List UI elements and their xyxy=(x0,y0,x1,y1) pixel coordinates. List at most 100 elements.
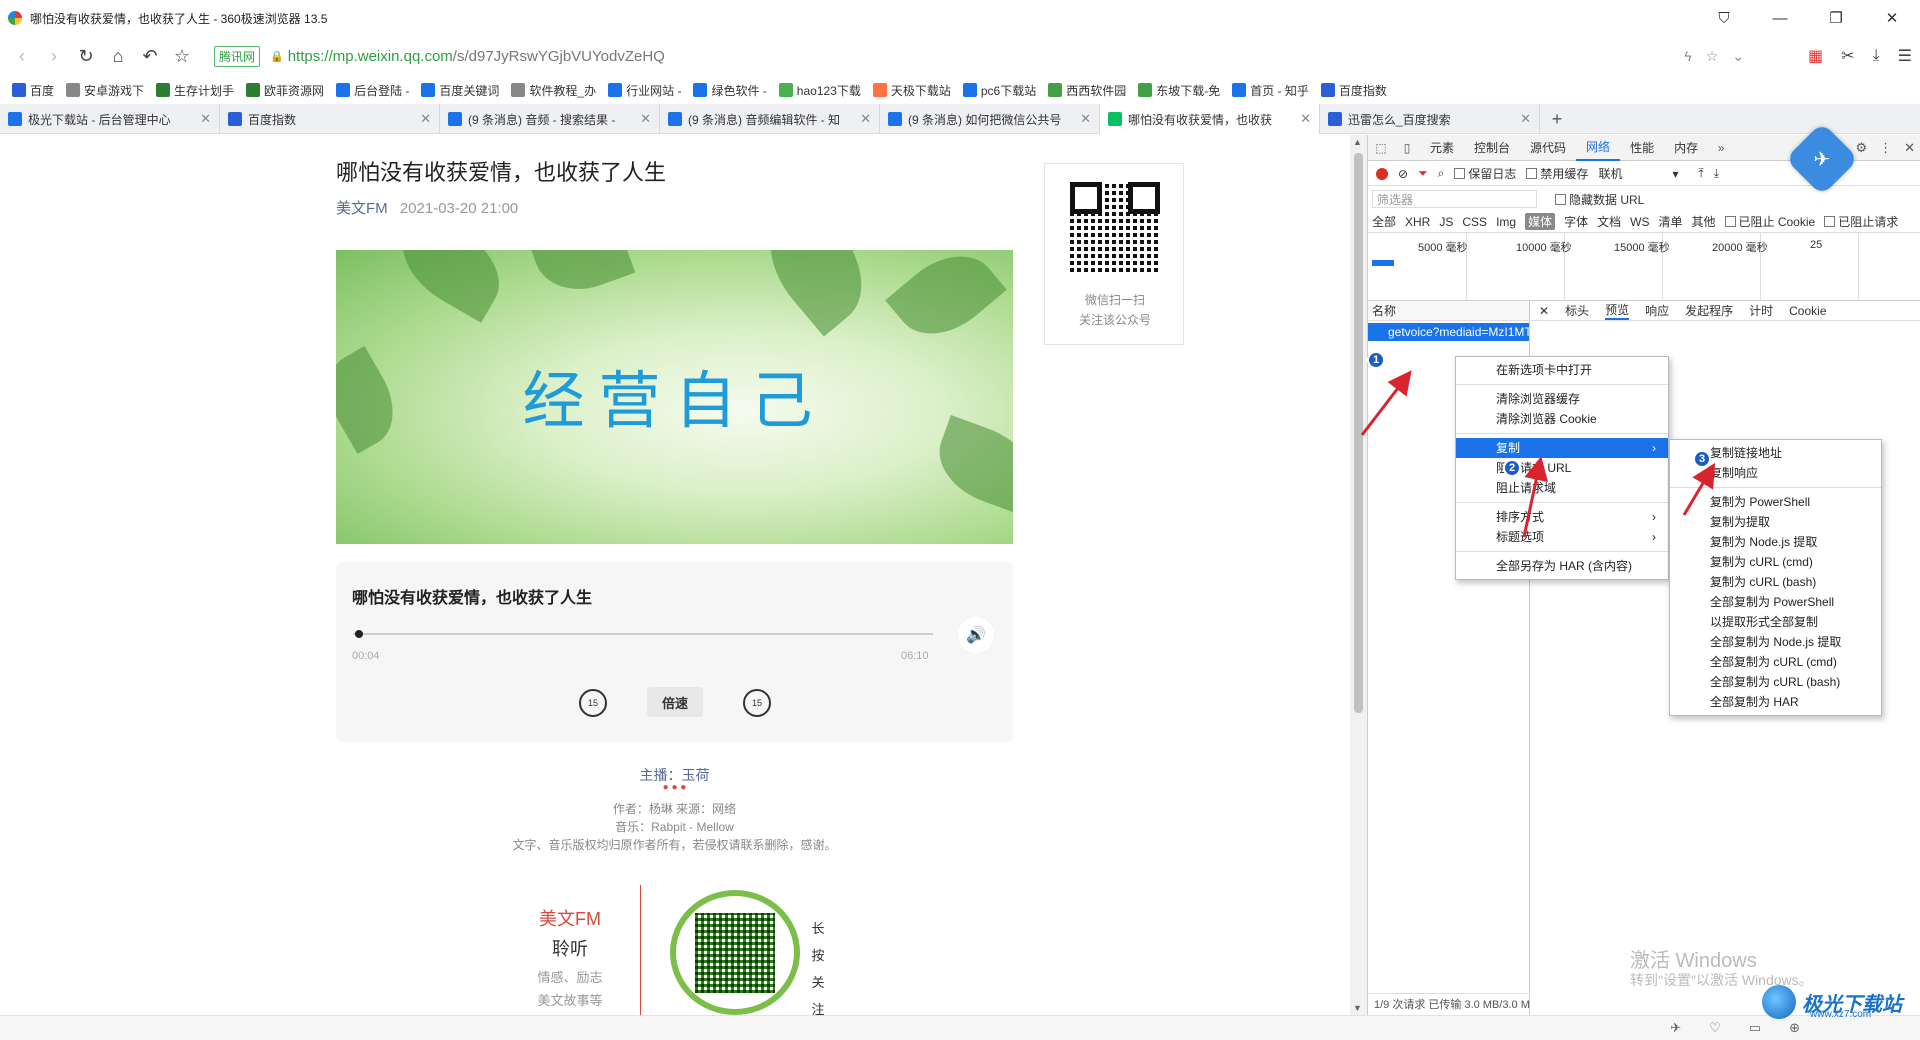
copy-submenu-item[interactable]: 全部复制为 PowerShell xyxy=(1670,592,1881,612)
tab-close-icon[interactable]: ✕ xyxy=(1300,111,1311,127)
detail-tab[interactable]: 响应 xyxy=(1645,302,1669,319)
bookmark-item[interactable]: 后台登陆 - xyxy=(336,82,409,99)
detail-tab[interactable]: 发起程序 xyxy=(1685,302,1733,319)
chevron-down-icon[interactable]: ⌄ xyxy=(1732,48,1744,65)
search-icon[interactable]: ⌕ xyxy=(1438,166,1445,181)
name-column-header[interactable]: 名称 xyxy=(1368,301,1529,321)
more-tabs-icon[interactable]: » xyxy=(1708,135,1734,161)
devtools-tab[interactable]: 元素 xyxy=(1420,135,1464,161)
tab-close-icon[interactable]: ✕ xyxy=(1520,111,1531,127)
copy-submenu-item[interactable]: 全部复制为 Node.js 提取 xyxy=(1670,632,1881,652)
type-filter[interactable]: JS xyxy=(1439,215,1453,229)
forward-icon[interactable]: › xyxy=(38,41,70,71)
browser-tab[interactable]: (9 条消息) 如何把微信公共号 ✕ xyxy=(880,104,1100,134)
menu-header-options[interactable]: 标题选项 › xyxy=(1456,527,1668,547)
bookmark-item[interactable]: hao123下载 xyxy=(778,82,861,99)
filter-input[interactable]: 筛选器 xyxy=(1372,190,1537,208)
menu-clear-cookie[interactable]: 清除浏览器 Cookie xyxy=(1456,409,1668,429)
blocked-requests-checkbox[interactable]: 已阻止请求 xyxy=(1824,213,1898,230)
devtools-close-icon[interactable]: ✕ xyxy=(1904,140,1915,156)
skin-icon[interactable]: ⛉ xyxy=(1696,0,1752,36)
devtools-tab[interactable]: 源代码 xyxy=(1520,135,1576,161)
tab-close-icon[interactable]: ✕ xyxy=(420,111,431,127)
zoom-icon[interactable]: ⊕ xyxy=(1789,1020,1800,1036)
record-icon[interactable] xyxy=(1376,167,1388,180)
tab-close-icon[interactable]: ✕ xyxy=(200,111,211,127)
scroll-up-icon[interactable]: ▲ xyxy=(1353,137,1362,147)
type-filter[interactable]: CSS xyxy=(1462,215,1487,229)
volume-icon[interactable]: 🔊 xyxy=(958,617,994,653)
request-row[interactable]: getvoice?mediaid=MzI1MTA xyxy=(1368,323,1529,341)
tab-close-icon[interactable]: ✕ xyxy=(640,111,651,127)
devtools-tab[interactable]: 性能 xyxy=(1620,135,1664,161)
devtools-tab[interactable]: 控制台 xyxy=(1464,135,1520,161)
detail-tab[interactable]: Cookie xyxy=(1789,304,1826,318)
bookmark-item[interactable]: 西西软件园 xyxy=(1048,82,1126,99)
menu-block-domain[interactable]: 阻止请求域 xyxy=(1456,478,1668,498)
browser-tab[interactable]: 极光下载站 - 后台管理中心 ✕ xyxy=(0,104,220,134)
inspect-icon[interactable]: ⬚ xyxy=(1368,135,1394,161)
copy-submenu-item[interactable]: 复制为提取 xyxy=(1670,512,1881,532)
type-filter[interactable]: 文档 xyxy=(1597,213,1621,230)
copy-submenu-item[interactable]: 复制为 cURL (cmd) xyxy=(1670,552,1881,572)
copy-submenu-item[interactable]: 复制为 cURL (bash) xyxy=(1670,572,1881,592)
disable-cache-checkbox[interactable]: 禁用缓存 xyxy=(1526,165,1588,182)
favorite-icon[interactable]: ☆ xyxy=(1706,48,1719,65)
copy-submenu-item[interactable]: 全部复制为 HAR xyxy=(1670,692,1881,712)
throttle-select[interactable]: 联机 xyxy=(1598,165,1622,182)
bookmark-item[interactable]: 百度关键词 xyxy=(421,82,499,99)
accelerate-icon[interactable]: ✈ xyxy=(1670,1020,1681,1036)
type-filter[interactable]: XHR xyxy=(1405,215,1430,229)
download-icon[interactable]: ⤓ xyxy=(1873,47,1880,65)
new-tab-icon[interactable]: + xyxy=(1540,104,1574,134)
preserve-log-checkbox[interactable]: 保留日志 xyxy=(1454,165,1516,182)
detail-tab[interactable]: 预览 xyxy=(1605,301,1630,320)
chevron-down-icon[interactable]: ▾ xyxy=(1672,167,1678,181)
copy-submenu-item[interactable]: 全部复制为 cURL (bash) xyxy=(1670,672,1881,692)
bookmark-item[interactable]: 软件教程_办 xyxy=(511,82,596,99)
bookmark-item[interactable]: 百度 xyxy=(12,82,54,99)
menu-clear-cache[interactable]: 清除浏览器缓存 xyxy=(1456,389,1668,409)
home-icon[interactable]: ⌂ xyxy=(102,41,134,71)
scissors-icon[interactable]: ✂ xyxy=(1841,46,1854,66)
type-filter[interactable]: 媒体 xyxy=(1525,213,1556,230)
menu-sort-by[interactable]: 排序方式 › xyxy=(1456,507,1668,527)
page-scrollbar[interactable]: ▲ ▼ xyxy=(1350,135,1367,1015)
bookmark-star-icon[interactable]: ☆ xyxy=(166,41,198,71)
certificate-badge[interactable]: 腾讯网 xyxy=(214,45,261,67)
browser-tab[interactable]: 哪怕没有收获爱情，也收获 ✕ xyxy=(1100,104,1320,134)
hide-data-url-checkbox[interactable]: 隐藏数据 URL xyxy=(1555,191,1644,208)
copy-submenu-item[interactable]: 复制为 Node.js 提取 xyxy=(1670,532,1881,552)
browser-tab[interactable]: 百度指数 ✕ xyxy=(220,104,440,134)
upload-har-icon[interactable]: ⤒ xyxy=(1698,166,1703,181)
window-icon[interactable]: ▭ xyxy=(1749,1020,1761,1036)
restore-button[interactable]: ❐ xyxy=(1808,0,1864,36)
type-filter[interactable]: 清单 xyxy=(1658,213,1682,230)
bookmark-item[interactable]: 绿色软件 - xyxy=(693,82,767,99)
tab-close-icon[interactable]: ✕ xyxy=(860,111,871,127)
menu-icon[interactable]: ☰ xyxy=(1898,46,1912,66)
type-filter[interactable]: 其他 xyxy=(1691,213,1715,230)
bookmark-item[interactable]: 行业网站 - xyxy=(608,82,681,99)
progress-track[interactable] xyxy=(353,633,933,635)
menu-open-new-tab[interactable]: 在新选项卡中打开 xyxy=(1456,360,1668,380)
tab-close-icon[interactable]: ✕ xyxy=(1080,111,1091,127)
close-button[interactable]: ✕ xyxy=(1864,0,1920,36)
devtools-tab[interactable]: 内存 xyxy=(1664,135,1708,161)
scroll-thumb[interactable] xyxy=(1354,153,1363,713)
device-toggle-icon[interactable]: ▯ xyxy=(1394,135,1420,161)
bookmark-item[interactable]: 百度指数 xyxy=(1320,82,1387,99)
rewind-15-icon[interactable]: 15 xyxy=(579,689,607,717)
browser-tab[interactable]: (9 条消息) 音频 - 搜索结果 - ✕ xyxy=(440,104,660,134)
bookmark-item[interactable]: 生存计划手 xyxy=(156,82,234,99)
browser-tab[interactable]: (9 条消息) 音频编辑软件 - 知 ✕ xyxy=(660,104,880,134)
scroll-down-icon[interactable]: ▼ xyxy=(1353,1003,1362,1013)
reload-icon[interactable]: ↻ xyxy=(70,41,102,71)
lightning-icon[interactable]: ϟ xyxy=(1684,48,1691,64)
browser-tab[interactable]: 迅雷怎么_百度搜索 ✕ xyxy=(1320,104,1540,134)
minimize-button[interactable]: — xyxy=(1752,0,1808,36)
kebab-menu-icon[interactable]: ⋮ xyxy=(1879,140,1892,156)
speed-button[interactable]: 倍速 xyxy=(647,687,703,717)
bookmark-item[interactable]: 首页 - 知乎 xyxy=(1232,82,1309,99)
detail-close-icon[interactable]: ✕ xyxy=(1539,304,1549,318)
